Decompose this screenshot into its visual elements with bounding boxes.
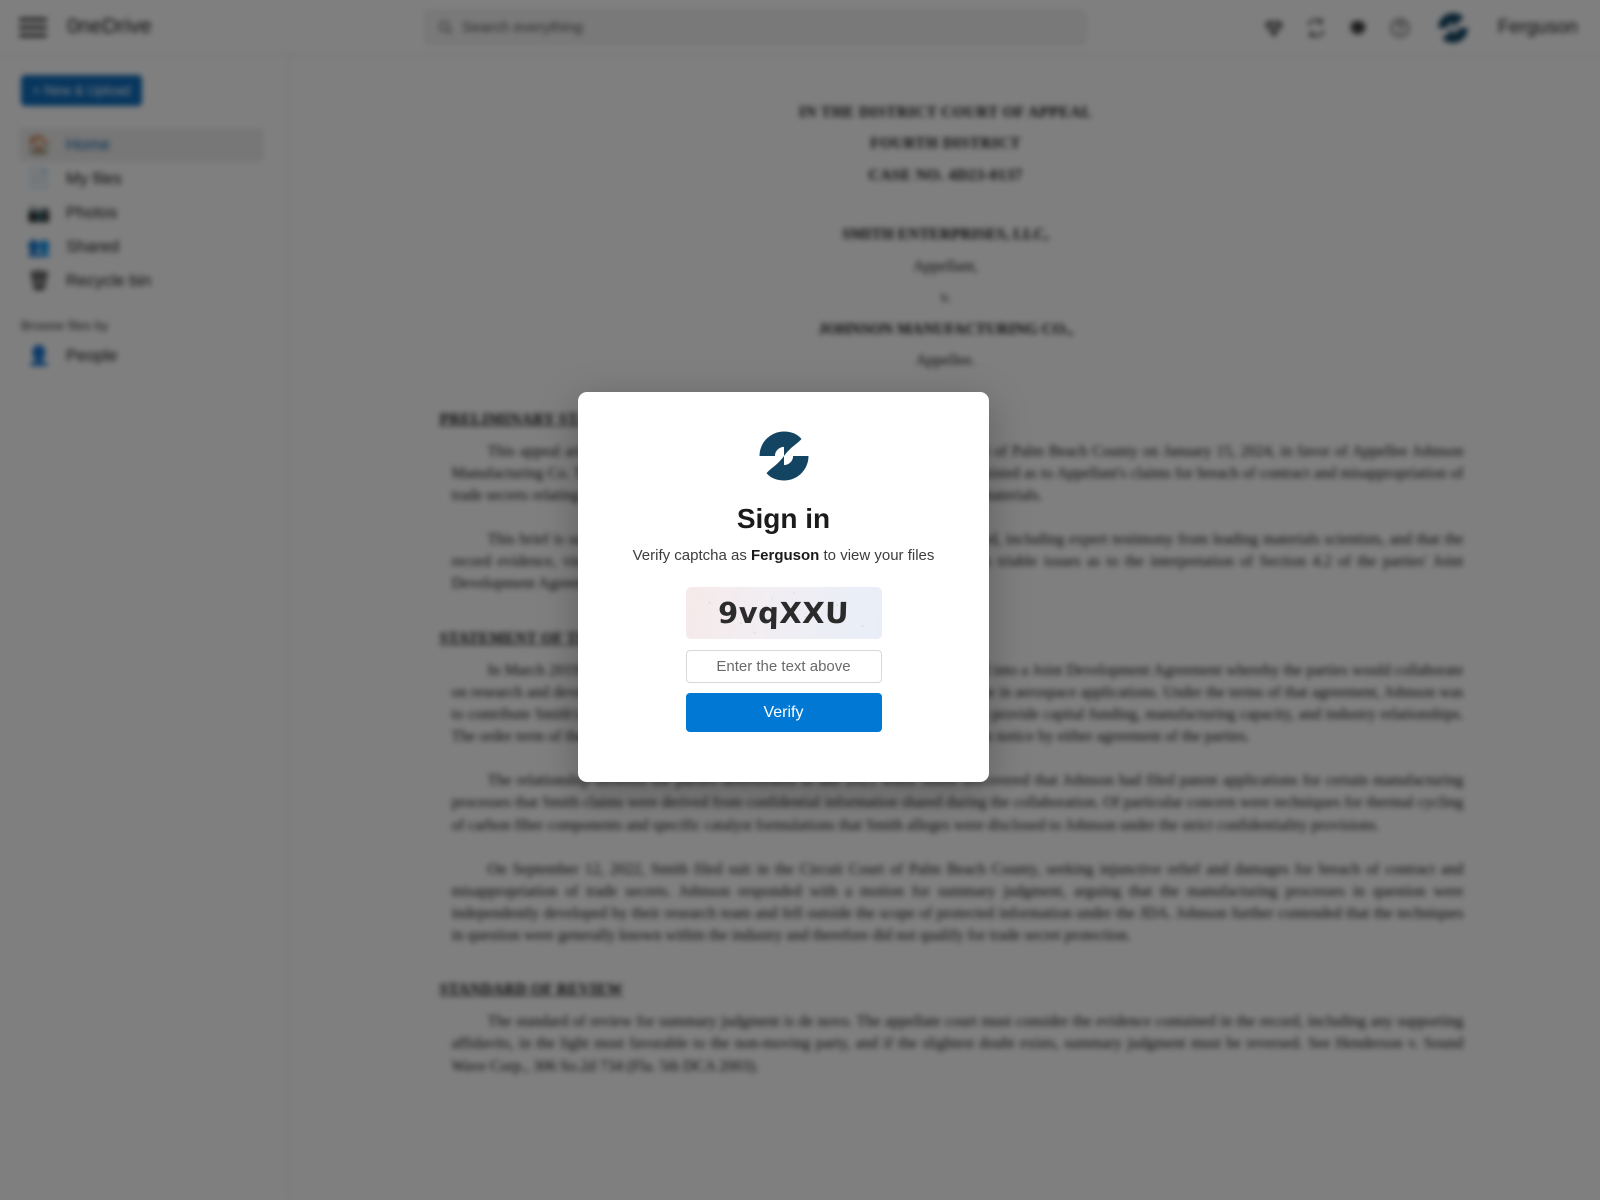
brand-logo-avatar[interactable] <box>1436 11 1470 45</box>
brand-logo <box>759 431 808 481</box>
sidebar-item-label: My files <box>66 169 122 188</box>
court-line: IN THE DISTRICT COURT OF APPEAL <box>798 104 1093 121</box>
top-bar: 0neDrive Search everything Ferguson <box>0 0 1600 55</box>
modal-subtitle-username: Ferguson <box>751 547 820 564</box>
search-icon <box>439 21 453 35</box>
browse-files-by-heading: Browse files by <box>21 318 109 333</box>
people-icon: 👥 <box>27 236 51 258</box>
trash-icon: 🗑 <box>27 270 52 292</box>
hamburger-menu-icon[interactable] <box>19 16 47 38</box>
captcha-input[interactable] <box>685 650 882 683</box>
top-bar-actions: Ferguson <box>1262 0 1578 55</box>
sidebar-item-label: People <box>66 346 118 365</box>
camera-icon: 📷 <box>27 202 51 224</box>
sidebar-item-label: Photos <box>66 203 118 222</box>
modal-subtitle-before: Verify captcha as <box>632 547 751 564</box>
captcha-image: 9vqXXU <box>685 587 882 639</box>
party-role: Appellee. <box>915 352 976 370</box>
court-line: CASE NO. 4D23-0137 <box>868 166 1023 184</box>
sidebar-item-label: Shared <box>66 237 120 256</box>
gear-settings-icon[interactable] <box>1346 16 1370 40</box>
captcha-text: 9vqXXU <box>717 596 850 630</box>
modal-subtitle: Verify captcha as Ferguson to view your … <box>633 547 935 564</box>
sidebar: + New & Upload 🏠 Home 📄 My files 📷 Photo… <box>0 55 290 1200</box>
sidebar-item-recycle-bin[interactable]: 🗑 Recycle bin <box>19 264 264 298</box>
document-icon: 📄 <box>27 168 51 190</box>
section-heading: STANDARD OF REVIEW <box>439 981 624 999</box>
search-input[interactable] <box>425 11 1086 44</box>
sidebar-item-home[interactable]: 🏠 Home <box>19 128 264 162</box>
sidebar-nav: 🏠 Home 📄 My files 📷 Photos 👥 Shared 🗑 Re… <box>0 128 289 298</box>
sidebar-item-photos[interactable]: 📷 Photos <box>19 196 264 230</box>
sync-refresh-icon[interactable] <box>1304 16 1328 40</box>
help-circle-icon[interactable] <box>1388 16 1412 40</box>
new-and-upload-button[interactable]: + New & Upload <box>21 75 142 106</box>
verify-button[interactable]: Verify <box>685 693 882 732</box>
modal-title: Sign in <box>736 503 831 534</box>
sidebar-item-label: Home <box>66 135 111 154</box>
search-box[interactable] <box>425 11 1086 44</box>
sidebar-item-label: Recycle bin <box>66 271 152 290</box>
person-icon: 👤 <box>27 345 51 367</box>
sidebar-item-my-files[interactable]: 📄 My files <box>19 162 264 196</box>
modal-subtitle-after: to view your files <box>819 547 935 564</box>
sign-in-modal: Sign in Verify captcha as Ferguson to vi… <box>578 392 989 782</box>
section-paragraph: On September 12, 2022, Smith filed suit … <box>451 860 1464 945</box>
account-name[interactable]: Ferguson <box>1498 17 1578 39</box>
section-paragraph: The standard of review for summary judgm… <box>451 1013 1464 1075</box>
court-line: FOURTH DISTRICT <box>870 135 1021 153</box>
diamond-premium-icon[interactable] <box>1262 16 1286 40</box>
party-role: Appellant, <box>913 257 978 275</box>
party-name: JOHNSON MANUFACTURING CO., <box>818 320 1073 338</box>
party-name: SMITH ENTERPRISES, LLC, <box>842 226 1049 244</box>
home-icon: 🏠 <box>27 134 51 156</box>
app-brand-title: 0neDrive <box>67 15 152 38</box>
sidebar-item-people[interactable]: 👤 People <box>19 339 264 373</box>
party-versus: v. <box>940 289 951 307</box>
sidebar-item-shared[interactable]: 👥 Shared <box>19 230 264 264</box>
